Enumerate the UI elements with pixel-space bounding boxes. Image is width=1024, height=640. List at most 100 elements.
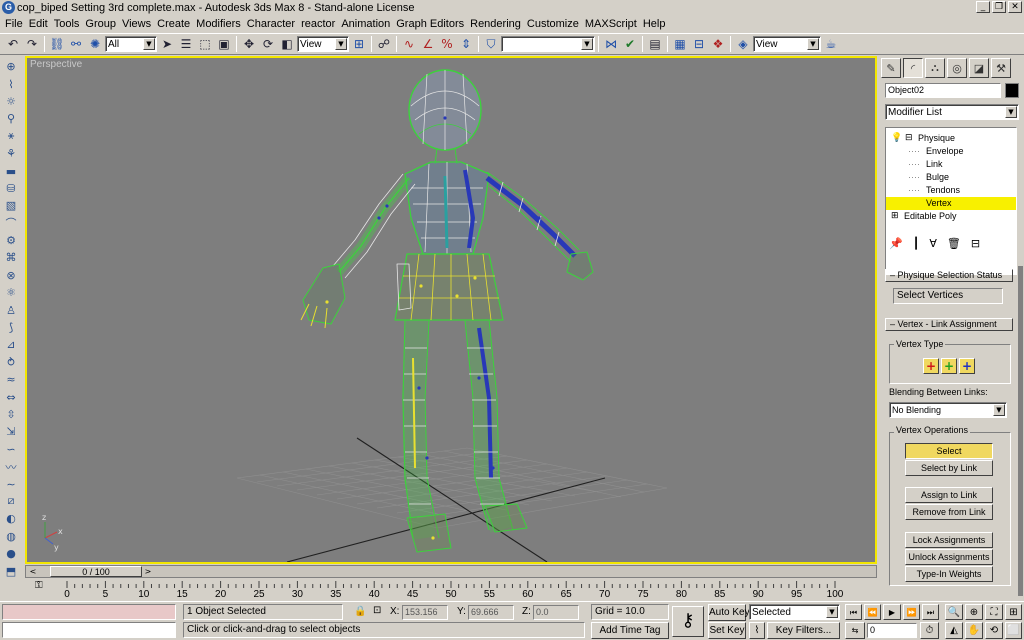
select-and-link-icon[interactable]: ⛓ xyxy=(48,35,66,53)
snap-toggle-icon[interactable]: ∿ xyxy=(400,35,418,53)
particle-system-icon[interactable]: ⛁ xyxy=(3,180,19,197)
menu-maxscript[interactable]: MAXScript xyxy=(584,18,642,30)
menu-rendering[interactable]: Rendering xyxy=(469,18,526,30)
key-set-dropdown[interactable]: Selected ▼ xyxy=(749,604,840,620)
expand-icon[interactable]: ⊞ xyxy=(891,210,899,223)
nurbs-icon[interactable]: ⌒ xyxy=(3,215,19,232)
curve-editor-icon[interactable]: ▦ xyxy=(671,35,689,53)
time-slider[interactable]: 0 / 100 < > xyxy=(25,565,877,578)
vertex-type-red-button[interactable]: + xyxy=(923,358,939,374)
vertex-type-blue-button[interactable]: + xyxy=(959,358,975,374)
select-object-icon[interactable]: ➤ xyxy=(158,35,176,53)
menu-animation[interactable]: Animation xyxy=(340,18,395,30)
minimize-button[interactable]: _ xyxy=(976,1,990,13)
material-editor-icon[interactable]: ❖ xyxy=(709,35,727,53)
restore-button[interactable]: ❐ xyxy=(992,1,1006,13)
pan-view-icon[interactable]: ✋ xyxy=(965,622,983,639)
create-shapes-icon[interactable]: ⌇ xyxy=(3,75,19,92)
arc-rotate-icon[interactable]: ⟲ xyxy=(985,622,1003,639)
selection-filter-dropdown[interactable]: All ▼ xyxy=(105,36,157,52)
current-frame-field[interactable]: 0 xyxy=(867,623,917,638)
unlock-assignments-button[interactable]: Unlock Assignments xyxy=(905,549,993,565)
maxscript-input[interactable] xyxy=(2,622,176,638)
configure-modifier-sets-icon[interactable]: ⊟ xyxy=(971,237,980,250)
create-lights-icon[interactable]: ☼ xyxy=(3,93,19,110)
menu-graph-editors[interactable]: Graph Editors xyxy=(395,18,469,30)
space-warp-icon[interactable]: ⌘ xyxy=(3,249,19,266)
field-of-view-icon[interactable]: ◭ xyxy=(945,622,963,639)
patch-grid-icon[interactable]: ▧ xyxy=(3,197,19,214)
time-slider-thumb[interactable]: 0 / 100 xyxy=(50,566,142,577)
maxscript-listener-mini[interactable] xyxy=(2,604,176,620)
set-key-big-icon[interactable]: ⚷ xyxy=(672,606,704,637)
stack-item-tendons[interactable]: Tendons xyxy=(926,184,1014,197)
menu-file[interactable]: File xyxy=(4,18,28,30)
hierarchy-tab-icon[interactable]: ⛬ xyxy=(925,58,945,78)
zoom-icon[interactable]: 🔍 xyxy=(945,604,963,620)
utilities-tab-icon[interactable]: ⚒ xyxy=(991,58,1011,78)
stack-item-link[interactable]: Link xyxy=(926,158,1014,171)
menu-views[interactable]: Views xyxy=(121,18,156,30)
spherify-modifier-icon[interactable]: ● xyxy=(3,545,19,562)
auto-key-button[interactable]: Auto Key xyxy=(708,604,750,621)
create-tab-icon[interactable]: ✎ xyxy=(881,58,901,78)
relax-modifier-icon[interactable]: ∽ xyxy=(3,441,19,458)
select-by-link-button[interactable]: Select by Link xyxy=(905,460,993,476)
go-to-start-icon[interactable]: ⏮ xyxy=(845,604,862,620)
object-color-swatch[interactable] xyxy=(1005,83,1019,98)
stack-item-editable-poly[interactable]: Editable Poly xyxy=(904,210,1014,223)
create-geometry-icon[interactable]: ⊕ xyxy=(3,58,19,75)
motion-tab-icon[interactable]: ◎ xyxy=(947,58,967,78)
reactor-icon[interactable]: ⚛ xyxy=(3,284,19,301)
mirror-icon[interactable]: ⋈ xyxy=(602,35,620,53)
shell-modifier-icon[interactable]: ◍ xyxy=(3,528,19,545)
unlink-icon[interactable]: ⚯ xyxy=(67,35,85,53)
zoom-extents-icon[interactable]: ⛶ xyxy=(985,604,1003,620)
next-frame-icon[interactable]: ⏩ xyxy=(903,604,920,620)
menu-edit[interactable]: Edit xyxy=(28,18,53,30)
taper-modifier-icon[interactable]: ⊿ xyxy=(3,336,19,353)
undo-icon[interactable]: ↶ xyxy=(4,35,22,53)
zoom-all-icon[interactable]: ⊕ xyxy=(965,604,983,620)
make-unique-icon[interactable]: ∀ xyxy=(929,237,937,250)
wave-modifier-icon[interactable]: ∼ xyxy=(3,475,19,492)
dynamics-icon[interactable]: ⚙ xyxy=(3,232,19,249)
modifier-list-dropdown[interactable]: Modifier List ▼ xyxy=(885,104,1019,120)
lock-assignments-button[interactable]: Lock Assignments xyxy=(905,532,993,548)
menu-group[interactable]: Group xyxy=(84,18,121,30)
menu-character[interactable]: Character xyxy=(246,18,300,30)
stack-item-physique[interactable]: Physique xyxy=(918,132,1014,145)
align-icon[interactable]: ✔ xyxy=(621,35,639,53)
z-coord-field[interactable]: 0.0 xyxy=(533,605,579,620)
render-type-dropdown[interactable]: View ▼ xyxy=(753,36,821,52)
affect-region-icon[interactable]: ⬒ xyxy=(3,562,19,579)
reference-coordinate-dropdown[interactable]: View ▼ xyxy=(297,36,349,52)
slice-modifier-icon[interactable]: ◐ xyxy=(3,510,19,527)
rollout-vertex-link-assignment[interactable]: – Vertex - Link Assignment xyxy=(885,318,1013,331)
3dsmax-app-icon[interactable]: G xyxy=(2,1,15,14)
add-time-tag-button[interactable]: Add Time Tag xyxy=(591,622,669,639)
y-coord-field[interactable]: 69.666 xyxy=(468,605,514,620)
menu-customize[interactable]: Customize xyxy=(526,18,584,30)
bind-space-warp-icon[interactable]: ✺ xyxy=(86,35,104,53)
maximize-viewport-icon[interactable]: ⬜ xyxy=(1005,622,1022,639)
object-name-field[interactable]: Object02 xyxy=(885,83,1001,98)
modifier-on-icon[interactable]: 💡 xyxy=(891,132,902,145)
redo-icon[interactable]: ↷ xyxy=(23,35,41,53)
create-cameras-icon[interactable]: ⚲ xyxy=(3,110,19,127)
select-and-rotate-icon[interactable]: ⟳ xyxy=(259,35,277,53)
window-crossing-icon[interactable]: ▣ xyxy=(215,35,233,53)
play-icon[interactable]: ▶ xyxy=(883,604,901,620)
angle-snap-icon[interactable]: ∠ xyxy=(419,35,437,53)
remove-from-link-button[interactable]: Remove from Link xyxy=(905,504,993,520)
time-configuration-icon[interactable]: ⏱ xyxy=(920,622,939,639)
skew-modifier-icon[interactable]: ⧄ xyxy=(3,493,19,510)
prev-frame-arrow[interactable]: < xyxy=(27,566,39,577)
quick-render-icon[interactable]: ☕ xyxy=(822,35,840,53)
show-end-result-icon[interactable]: ┃ xyxy=(913,237,920,250)
twist-modifier-icon[interactable]: ⥁ xyxy=(3,354,19,371)
stack-item-envelope[interactable]: Envelope xyxy=(926,145,1014,158)
pin-stack-icon[interactable]: 📌 xyxy=(889,237,903,250)
display-tab-icon[interactable]: ◪ xyxy=(969,58,989,78)
default-in-out-tangents-icon[interactable]: ⌇ xyxy=(749,622,765,639)
